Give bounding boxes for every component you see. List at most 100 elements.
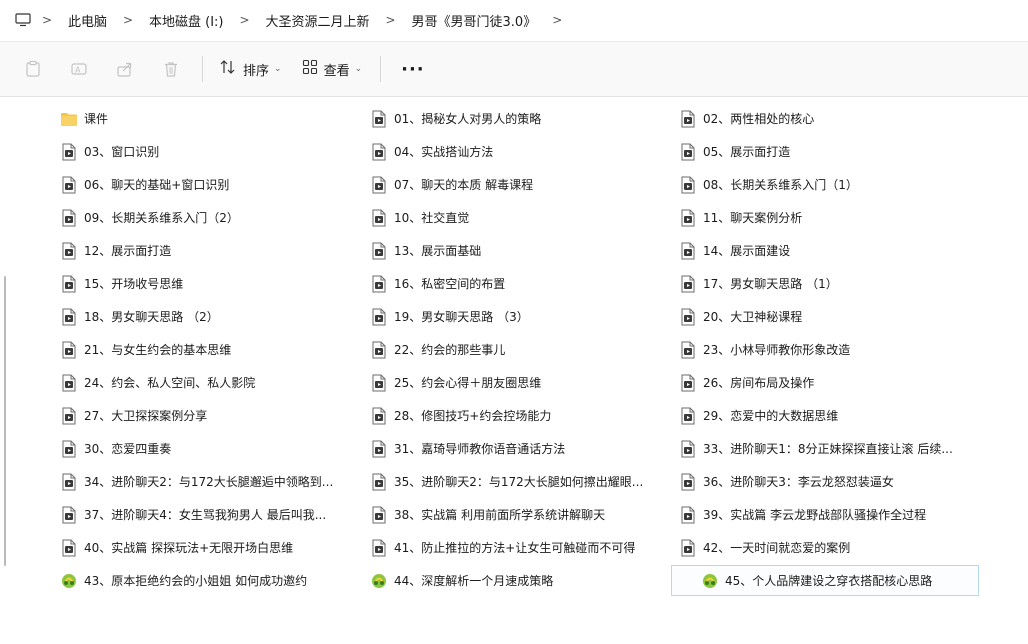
file-name: 07、聊天的本质 解毒课程	[394, 178, 534, 192]
video-file-icon	[679, 473, 697, 491]
chevron-right-icon[interactable]: >	[34, 13, 60, 27]
file-item[interactable]: 36、进阶聊天3：李云龙怒怼装逼女	[675, 465, 984, 498]
file-item[interactable]: 04、实战搭讪方法	[366, 135, 675, 168]
sort-button[interactable]: 排序 ⌄	[209, 54, 292, 84]
video-file-icon	[370, 143, 388, 161]
file-name: 25、约会心得＋朋友圈思维	[394, 376, 542, 390]
file-item[interactable]: 25、约会心得＋朋友圈思维	[366, 366, 675, 399]
file-item[interactable]: 30、恋爱四重奏	[56, 432, 366, 465]
file-item[interactable]: 03、窗口识别	[56, 135, 366, 168]
file-name: 36、进阶聊天3：李云龙怒怼装逼女	[703, 475, 894, 489]
file-name: 15、开场收号思维	[84, 277, 184, 291]
file-name: 20、大卫神秘课程	[703, 310, 803, 324]
address-bar[interactable]: > 此电脑 > 本地磁盘 (I:) > 大圣资源二月上新 > 男哥《男哥门徒3.…	[0, 0, 1028, 40]
file-item[interactable]: 39、实战篇 李云龙野战部队骚操作全过程	[675, 498, 984, 531]
file-item[interactable]: 10、社交直觉	[366, 201, 675, 234]
delete-icon[interactable]	[160, 58, 182, 80]
file-item[interactable]: 13、展示面基础	[366, 234, 675, 267]
file-item[interactable]: 01、揭秘女人对男人的策略	[366, 102, 675, 135]
breadcrumb-local-disk[interactable]: 本地磁盘 (I:)	[141, 11, 232, 30]
chevron-down-icon: ⌄	[354, 64, 363, 74]
file-name: 37、进阶聊天4：女生骂我狗男人 最后叫我...	[84, 508, 327, 522]
file-item[interactable]: 08、长期关系维系入门（1）	[675, 168, 984, 201]
monitor-icon[interactable]	[12, 10, 34, 30]
file-item[interactable]: 05、展示面打造	[675, 135, 984, 168]
file-item[interactable]: 11、聊天案例分析	[675, 201, 984, 234]
file-name: 39、实战篇 李云龙野战部队骚操作全过程	[703, 508, 927, 522]
file-name: 22、约会的那些事儿	[394, 343, 506, 357]
file-item[interactable]: 42、一天时间就恋爱的案例	[675, 531, 984, 564]
breadcrumb-folder[interactable]: 大圣资源二月上新	[258, 11, 378, 30]
chevron-right-icon[interactable]: >	[232, 13, 258, 27]
file-item[interactable]: 34、进阶聊天2：与172大长腿邂逅中领略到...	[56, 465, 366, 498]
video-file-icon	[679, 374, 697, 392]
file-item[interactable]: 15、开场收号思维	[56, 267, 366, 300]
video-file-icon	[60, 341, 78, 359]
video-file-icon	[60, 473, 78, 491]
file-name: 40、实战篇 探探玩法+无限开场白思维	[84, 541, 294, 555]
breadcrumb-current-folder[interactable]: 男哥《男哥门徒3.0》	[404, 11, 545, 30]
file-name: 16、私密空间的布置	[394, 277, 506, 291]
file-item[interactable]: 17、男女聊天思路 （1）	[675, 267, 984, 300]
file-item[interactable]: 31、嘉琦导师教你语音通话方法	[366, 432, 675, 465]
file-item[interactable]: 45、个人品牌建设之穿衣搭配核心思路	[671, 565, 979, 596]
file-item[interactable]: 19、男女聊天思路 （3）	[366, 300, 675, 333]
video-file-icon	[370, 473, 388, 491]
paste-icon[interactable]	[22, 58, 44, 80]
file-item[interactable]: 06、聊天的基础+窗口识别	[56, 168, 366, 201]
file-item[interactable]: 43、原本拒绝约会的小姐姐 如何成功邀约	[56, 564, 366, 597]
file-item[interactable]: 29、恋爱中的大数据思维	[675, 399, 984, 432]
chevron-right-icon[interactable]: >	[378, 13, 404, 27]
file-item[interactable]: 37、进阶聊天4：女生骂我狗男人 最后叫我...	[56, 498, 366, 531]
file-item[interactable]: 24、约会、私人空间、私人影院	[56, 366, 366, 399]
file-item[interactable]: 23、小林导师教你形象改造	[675, 333, 984, 366]
file-item[interactable]: 27、大卫探探案例分享	[56, 399, 366, 432]
file-name: 43、原本拒绝约会的小姐姐 如何成功邀约	[84, 574, 308, 588]
view-button[interactable]: 查看 ⌄	[292, 54, 373, 84]
file-item[interactable]: 12、展示面打造	[56, 234, 366, 267]
file-item[interactable]: 38、实战篇 利用前面所学系统讲解聊天	[366, 498, 675, 531]
share-icon[interactable]	[114, 58, 136, 80]
file-item[interactable]: 14、展示面建设	[675, 234, 984, 267]
svg-text:A: A	[75, 66, 81, 75]
file-item[interactable]: 33、进阶聊天1：8分正妹探探直接让滚 后续...	[675, 432, 984, 465]
file-item[interactable]: 07、聊天的本质 解毒课程	[366, 168, 675, 201]
file-name: 14、展示面建设	[703, 244, 791, 258]
file-name: 33、进阶聊天1：8分正妹探探直接让滚 后续...	[703, 442, 953, 456]
file-list-pane[interactable]: 课件 01、揭秘女人对男人的策略 02、两性相处的核心 03、窗口识别 04、实战搭讪方…	[0, 98, 1028, 644]
file-name: 34、进阶聊天2：与172大长腿邂逅中领略到...	[84, 475, 334, 489]
file-name: 11、聊天案例分析	[703, 211, 803, 225]
navigation-scrollbar[interactable]	[4, 276, 6, 566]
file-item[interactable]: 35、进阶聊天2：与172大长腿如何擦出耀眼...	[366, 465, 675, 498]
file-item[interactable]: 40、实战篇 探探玩法+无限开场白思维	[56, 531, 366, 564]
file-item[interactable]: 21、与女生约会的基本思维	[56, 333, 366, 366]
folder-item[interactable]: 课件	[56, 102, 366, 135]
file-item[interactable]: 41、防止推拉的方法+让女生可触碰而不可得	[366, 531, 675, 564]
video-file-icon	[370, 407, 388, 425]
file-name: 09、长期关系维系入门（2）	[84, 211, 239, 225]
video-file-icon	[679, 242, 697, 260]
video-file-icon	[679, 110, 697, 128]
file-item[interactable]: 20、大卫神秘课程	[675, 300, 984, 333]
file-name: 28、修图技巧+约会控场能力	[394, 409, 552, 423]
file-name: 03、窗口识别	[84, 145, 160, 159]
video-file-icon	[679, 308, 697, 326]
video-file-icon	[60, 374, 78, 392]
file-item[interactable]: 28、修图技巧+约会控场能力	[366, 399, 675, 432]
toolbar-divider	[202, 56, 203, 82]
audio-file-icon	[701, 572, 719, 590]
file-item[interactable]: 18、男女聊天思路 （2）	[56, 300, 366, 333]
file-item[interactable]: 22、约会的那些事儿	[366, 333, 675, 366]
file-item[interactable]: 16、私密空间的布置	[366, 267, 675, 300]
file-item[interactable]: 44、深度解析一个月速成策略	[366, 564, 675, 597]
sort-icon	[219, 59, 237, 79]
chevron-right-icon[interactable]: >	[544, 13, 570, 27]
breadcrumb-this-pc[interactable]: 此电脑	[60, 11, 115, 30]
more-options-button[interactable]: ···	[387, 59, 439, 80]
file-item[interactable]: 02、两性相处的核心	[675, 102, 984, 135]
chevron-right-icon[interactable]: >	[115, 13, 141, 27]
video-file-icon	[679, 440, 697, 458]
rename-icon[interactable]: A	[68, 58, 90, 80]
file-item[interactable]: 26、房间布局及操作	[675, 366, 984, 399]
file-item[interactable]: 09、长期关系维系入门（2）	[56, 201, 366, 234]
